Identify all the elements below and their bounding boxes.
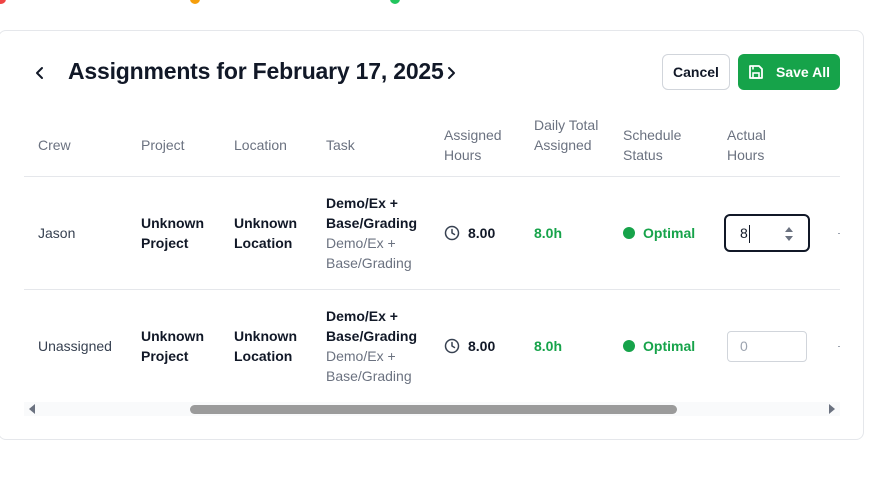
save-icon: [749, 65, 763, 79]
status-dot: [623, 227, 635, 239]
column-header-project[interactable]: Project: [141, 135, 185, 155]
column-header-daily-total[interactable]: Daily Total Assigned: [534, 115, 600, 155]
column-header-task[interactable]: Task: [326, 135, 355, 155]
location-cell: Unknown Location: [234, 328, 297, 364]
schedule-status-cell: Optimal: [623, 223, 695, 243]
scrollbar-thumb[interactable]: [190, 405, 677, 414]
assigned-hours-cell: 8.00: [444, 223, 495, 243]
status-legend: [0, 0, 872, 4]
chevron-right-icon: [448, 67, 455, 79]
assigned-hours-value: 8.00: [468, 225, 496, 241]
legend-green-dot: [390, 0, 400, 4]
assigned-hours-cell: 8.00: [444, 336, 495, 356]
scroll-right-icon[interactable]: [828, 404, 836, 414]
clipped-column-marker: [838, 346, 840, 347]
cancel-button[interactable]: Cancel: [662, 54, 730, 90]
daily-total-cell: 8.0h: [534, 338, 563, 354]
next-day-button[interactable]: [440, 62, 462, 84]
column-header-schedule-status[interactable]: Schedule Status: [623, 125, 693, 165]
header-divider: [24, 176, 840, 177]
actual-hours-placeholder: 0: [740, 338, 748, 354]
crew-cell: Unassigned: [38, 338, 112, 354]
row-divider: [24, 289, 840, 290]
actual-hours-value: 8: [740, 225, 748, 241]
location-cell: Unknown Location: [234, 215, 297, 251]
legend-red-dot: [0, 0, 6, 4]
column-header-assigned-hours[interactable]: Assigned Hours: [444, 125, 508, 165]
clipped-column-marker: [838, 233, 840, 234]
project-cell: Unknown Project: [141, 215, 204, 251]
clock-icon: [444, 338, 460, 354]
actual-hours-input[interactable]: 0: [727, 331, 807, 362]
scroll-left-icon[interactable]: [28, 404, 36, 414]
assigned-hours-value: 8.00: [468, 338, 496, 354]
schedule-status-cell: Optimal: [623, 336, 695, 356]
daily-total-cell: 8.0h: [534, 225, 563, 241]
project-cell: Unknown Project: [141, 328, 204, 364]
clock-icon: [444, 225, 460, 241]
task-subtitle: Demo/Ex + Base/Grading: [326, 235, 412, 271]
chevron-left-icon: [36, 67, 43, 79]
status-label: Optimal: [643, 338, 696, 354]
task-cell: Demo/Ex + Base/Grading Demo/Ex + Base/Gr…: [326, 306, 426, 386]
save-all-button[interactable]: Save All: [738, 54, 840, 90]
task-subtitle: Demo/Ex + Base/Grading: [326, 348, 412, 384]
status-label: Optimal: [643, 225, 696, 241]
page-title: Assignments for February 17, 2025: [68, 58, 444, 84]
text-caret: [749, 225, 750, 243]
save-all-label: Save All: [776, 64, 830, 80]
status-dot: [623, 340, 635, 352]
task-title: Demo/Ex + Base/Grading: [326, 195, 418, 231]
prev-day-button[interactable]: [29, 62, 51, 84]
column-header-actual-hours[interactable]: Actual Hours: [727, 125, 777, 165]
task-title: Demo/Ex + Base/Grading: [326, 308, 418, 344]
column-header-crew[interactable]: Crew: [38, 135, 71, 155]
column-header-location[interactable]: Location: [234, 135, 287, 155]
legend-amber-dot: [190, 0, 200, 4]
crew-cell: Jason: [38, 225, 76, 241]
task-cell: Demo/Ex + Base/Grading Demo/Ex + Base/Gr…: [326, 193, 426, 273]
spinner-arrows-icon[interactable]: [784, 224, 794, 244]
actual-hours-input[interactable]: 8: [724, 214, 810, 252]
